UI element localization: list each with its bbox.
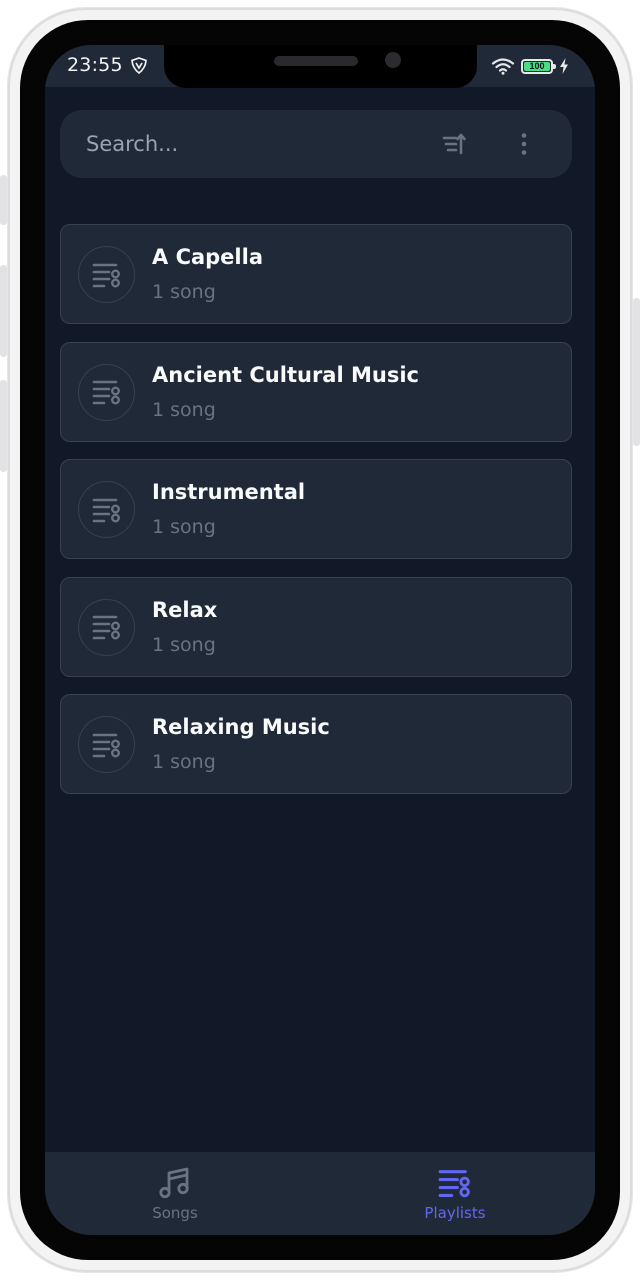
playlist-item[interactable]: A Capella 1 song — [60, 224, 572, 324]
playlist-music-icon — [92, 380, 120, 405]
playlist-music-icon — [438, 1170, 470, 1198]
status-indicators: 100 — [491, 56, 569, 76]
camera-notch — [164, 45, 477, 88]
phone-side-button — [0, 175, 7, 225]
playlist-item[interactable]: Instrumental 1 song — [60, 459, 572, 559]
playlist-item[interactable]: Relax 1 song — [60, 576, 572, 677]
battery-level: 100 — [524, 61, 550, 71]
playlist-avatar — [78, 246, 135, 303]
vpn-shield-icon — [131, 57, 147, 74]
front-camera — [385, 52, 401, 68]
playlist-title: Relaxing Music — [152, 715, 330, 739]
sort-button[interactable] — [438, 128, 470, 160]
playlist-item[interactable]: Relaxing Music 1 song — [60, 694, 572, 794]
bottom-navigation: Songs Playlists — [45, 1152, 595, 1235]
playlist-avatar — [78, 363, 135, 421]
search-input[interactable] — [84, 110, 414, 178]
playlist-music-icon — [92, 263, 120, 288]
nav-tab-songs[interactable]: Songs — [115, 1166, 235, 1226]
battery-tip — [553, 63, 556, 69]
music-note-icon — [159, 1167, 189, 1199]
phone-volume-down-button — [0, 380, 7, 472]
status-time: 23:55 — [67, 54, 123, 76]
phone-power-button — [633, 298, 640, 446]
playlist-music-icon — [92, 733, 120, 758]
playlist-song-count: 1 song — [152, 751, 216, 773]
playlist-song-count: 1 song — [152, 516, 216, 538]
battery-icon: 100 — [521, 58, 556, 74]
playlist-item[interactable]: Ancient Cultural Music 1 song — [60, 341, 572, 442]
playlist-title: Instrumental — [152, 480, 306, 504]
nav-label-songs: Songs — [152, 1204, 198, 1222]
status-bar: 23:55 100 — [45, 45, 595, 88]
playlist-title: Relax — [152, 597, 218, 622]
charging-bolt-icon — [560, 58, 568, 74]
nav-label-playlists: Playlists — [424, 1204, 486, 1222]
playlist-avatar — [78, 481, 135, 538]
playlist-music-icon — [92, 498, 120, 523]
phone-volume-up-button — [0, 265, 7, 357]
search-bar — [60, 110, 572, 178]
playlist-music-icon — [92, 615, 120, 640]
sort-icon — [442, 133, 466, 155]
playlist-avatar — [78, 598, 135, 656]
speaker-grille — [274, 56, 358, 66]
playlist-title: A Capella — [152, 245, 263, 269]
more-vertical-icon — [521, 133, 527, 155]
wifi-icon — [491, 58, 515, 75]
playlist-list: A Capella 1 song Ancient Cultural Music … — [60, 224, 572, 812]
nav-tab-playlists[interactable]: Playlists — [395, 1166, 515, 1226]
app-screen: 23:55 100 Search... A Capella 1 song Anc… — [45, 45, 595, 1235]
playlist-song-count: 1 song — [152, 633, 216, 656]
playlist-avatar — [78, 716, 135, 773]
playlist-title: Ancient Cultural Music — [152, 362, 419, 387]
playlist-song-count: 1 song — [152, 281, 216, 303]
more-options-button[interactable] — [508, 128, 540, 160]
playlist-song-count: 1 song — [152, 398, 216, 421]
